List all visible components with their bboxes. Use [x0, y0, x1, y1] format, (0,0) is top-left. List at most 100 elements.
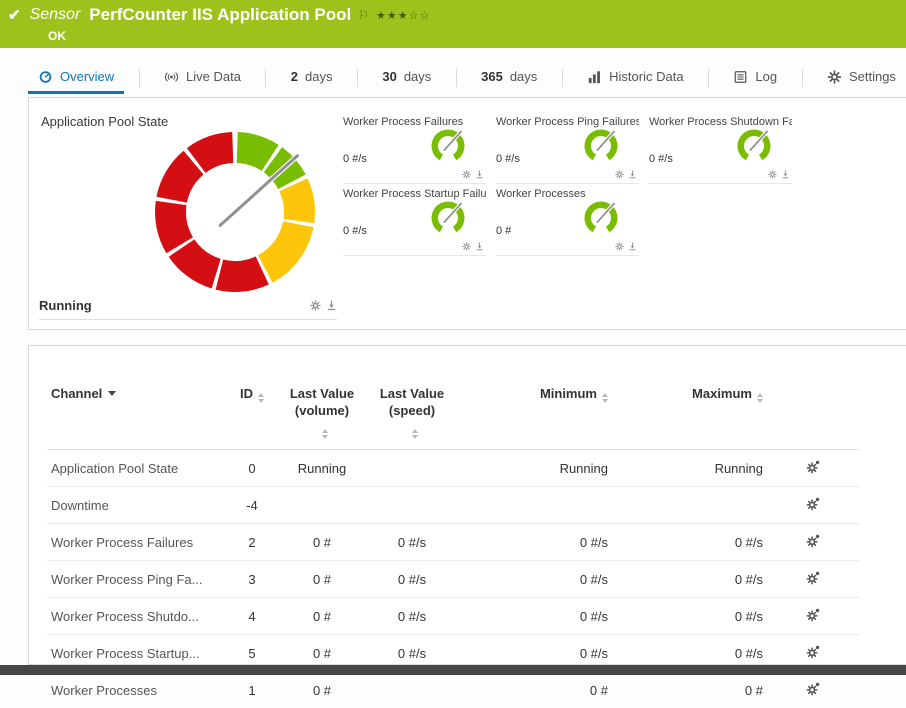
cell-channel: Worker Process Failures [47, 523, 227, 560]
pin-icon[interactable] [475, 170, 484, 179]
channel-settings-gear-icon[interactable] [806, 534, 820, 548]
chart-icon [587, 70, 602, 84]
gear-icon[interactable] [615, 242, 624, 251]
tab-2-days[interactable]: 2days [281, 62, 343, 94]
mini-gauge-value: 0 #/s [649, 153, 673, 165]
cell-channel: Worker Process Shutdo... [47, 597, 227, 634]
table-header-row: Channel ID Last Value (volume) Last Valu… [47, 364, 859, 449]
col-channel[interactable]: Channel [47, 364, 227, 449]
channel-settings-gear-icon[interactable] [806, 497, 820, 511]
mini-gauge-tile: Worker Process Shutdown Fa... 0 #/s [649, 112, 792, 184]
tab-live-data[interactable]: Live Data [154, 62, 251, 94]
channel-settings-gear-icon[interactable] [806, 608, 820, 622]
small-gauges: Worker Process Failures 0 #/s Worker Pro… [343, 112, 802, 256]
tab-label: Live Data [186, 69, 241, 84]
mini-gauge [428, 126, 468, 166]
table-row[interactable]: Worker Process Failures 2 0 # 0 #/s 0 #/… [47, 523, 859, 560]
pin-icon[interactable] [628, 242, 637, 251]
col-minimum[interactable]: Minimum [457, 364, 612, 449]
bottom-bar [0, 665, 906, 675]
channel-settings-gear-icon[interactable] [806, 571, 820, 585]
tab-bar: OverviewLive Data2days30days365daysHisto… [0, 62, 906, 94]
tab-log[interactable]: Log [723, 62, 787, 94]
cell-maximum: 0 #/s [612, 523, 767, 560]
priority-stars[interactable]: ★★★☆☆ [376, 9, 430, 22]
status-badge: OK [48, 29, 66, 43]
mini-gauge-value: 0 #/s [343, 225, 367, 237]
sensor-header: ✔ Sensor PerfCounter IIS Application Poo… [0, 0, 906, 48]
tab-separator [802, 69, 803, 87]
channel-settings-gear-icon[interactable] [806, 460, 820, 474]
cell-channel: Application Pool State [47, 449, 227, 486]
tab-30-days[interactable]: 30days [372, 62, 441, 94]
tab-label: days [510, 69, 537, 84]
table-row[interactable]: Worker Process Shutdo... 4 0 # 0 #/s 0 #… [47, 597, 859, 634]
tab-historic-data[interactable]: Historic Data [577, 62, 693, 94]
cell-id: 0 [227, 449, 277, 486]
pin-icon[interactable] [326, 300, 337, 311]
cell-channel: Downtime [47, 486, 227, 523]
mini-gauge-value: 0 #/s [496, 153, 520, 165]
cell-id: -4 [227, 486, 277, 523]
cell-last-value-volume: 0 # [277, 523, 367, 560]
sort-desc-icon [108, 391, 116, 396]
cell-last-value-speed [367, 671, 457, 708]
overview-gauges-panel: Application Pool State Running Worker Pr… [28, 97, 906, 330]
pin-icon[interactable] [628, 170, 637, 179]
cell-last-value-volume: 0 # [277, 597, 367, 634]
tab-separator [357, 69, 358, 87]
cell-maximum: Running [612, 449, 767, 486]
tab-label: Log [755, 69, 777, 84]
sort-icon [258, 393, 264, 403]
cell-last-value-volume: 0 # [277, 671, 367, 708]
mini-gauge [428, 198, 468, 238]
overview-icon [38, 70, 53, 84]
mini-gauge-tile: Worker Processes 0 # [496, 184, 639, 256]
gear-icon[interactable] [462, 242, 471, 251]
sort-icon [757, 393, 763, 403]
col-last-value-speed[interactable]: Last Value (speed) [367, 364, 457, 449]
mini-gauge [581, 198, 621, 238]
sort-icon [322, 429, 328, 439]
tab-label: Settings [849, 69, 896, 84]
cell-last-value-speed: 0 #/s [367, 597, 457, 634]
mini-gauge [581, 126, 621, 166]
channel-settings-gear-icon[interactable] [806, 682, 820, 696]
tab-number: 30 [382, 69, 396, 84]
channel-table-panel: Channel ID Last Value (volume) Last Valu… [28, 345, 906, 665]
gear-icon[interactable] [310, 300, 321, 311]
cell-minimum: Running [457, 449, 612, 486]
tab-separator [456, 69, 457, 87]
pin-icon[interactable] [475, 242, 484, 251]
sort-icon [412, 429, 418, 439]
col-maximum[interactable]: Maximum [612, 364, 767, 449]
col-last-value-volume[interactable]: Last Value (volume) [277, 364, 367, 449]
gear-icon[interactable] [615, 170, 624, 179]
tab-separator [139, 69, 140, 87]
main-gauge-footer: Running [39, 298, 337, 320]
main-gauge [145, 122, 325, 302]
channel-settings-gear-icon[interactable] [806, 645, 820, 659]
table-row[interactable]: Downtime -4 [47, 486, 859, 523]
cell-last-value-speed: 0 #/s [367, 523, 457, 560]
pin-icon[interactable] [781, 170, 790, 179]
cell-channel: Worker Processes [47, 671, 227, 708]
tab-365-days[interactable]: 365days [471, 62, 547, 94]
table-row[interactable]: Application Pool State 0 Running Running… [47, 449, 859, 486]
favorite-flag-icon[interactable]: ⚐ [358, 8, 369, 22]
tab-settings[interactable]: Settings [817, 62, 906, 94]
table-row[interactable]: Worker Process Ping Fa... 3 0 # 0 #/s 0 … [47, 560, 859, 597]
tab-separator [708, 69, 709, 87]
col-settings [767, 364, 859, 449]
cell-maximum [612, 486, 767, 523]
cell-maximum: 0 #/s [612, 560, 767, 597]
tab-overview[interactable]: Overview [28, 62, 124, 94]
gear-icon[interactable] [768, 170, 777, 179]
status-check-icon: ✔ [8, 6, 21, 24]
col-id[interactable]: ID [227, 364, 277, 449]
cell-id: 1 [227, 671, 277, 708]
mini-gauge [734, 126, 774, 166]
gear-icon[interactable] [462, 170, 471, 179]
cell-id: 4 [227, 597, 277, 634]
table-row[interactable]: Worker Processes 1 0 # 0 # 0 # [47, 671, 859, 708]
